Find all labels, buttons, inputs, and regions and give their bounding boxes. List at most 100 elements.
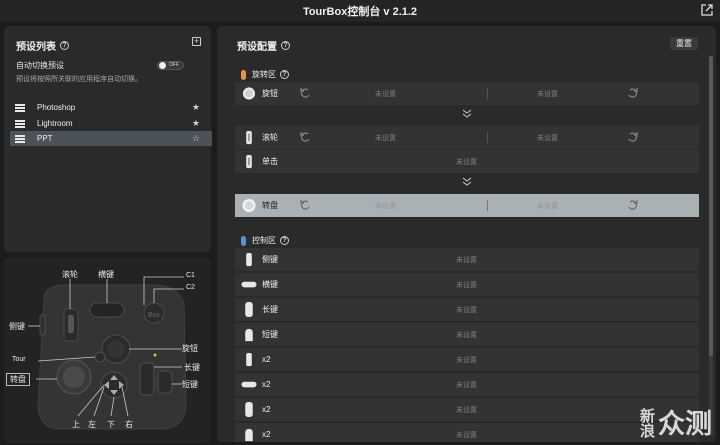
title-bar: TourBox控制台 v 2.1.2 [0,0,720,22]
watermark-left: 新 浪 [640,409,656,439]
control-section-label: 控制区 ? [241,235,289,246]
side-key-icon [246,352,252,367]
star-filled-icon[interactable]: ★ [192,102,200,113]
config-row-combo[interactable]: x2 未设置 [235,373,699,396]
label-long-key: 长键 [184,363,200,372]
row-name: x2 [262,430,271,439]
short-key-icon [245,328,253,342]
row-value[interactable]: 未设置 [456,255,477,265]
row-divider [487,200,488,211]
scroll-wheel-icon [246,130,252,145]
rotate-ccw-icon[interactable] [299,131,311,143]
config-row-tall-key[interactable]: 横键 未设置 [235,273,699,296]
tall-key-icon [241,381,257,388]
chevron-down-icon[interactable] [461,109,473,119]
tall-key-icon [241,281,257,288]
rotate-ccw-icon[interactable] [299,199,311,211]
list-icon [15,134,25,143]
help-icon[interactable]: ? [280,236,289,245]
short-key-icon [245,428,253,442]
rotate-section-text: 旋转区 [252,70,276,79]
help-icon[interactable]: ? [281,41,290,50]
preset-list-panel: 预设列表 ? + 自动切换预设 OFF 预设将按照所关联的应用程序自动切换。 P… [4,26,212,252]
label-down: 下 [107,420,115,429]
row-value[interactable]: 未设置 [456,430,477,440]
row-value[interactable]: 未设置 [456,355,477,365]
config-row-dial[interactable]: 转盘 未设置 未设置 [235,194,699,217]
device-diagram-panel: Box 滚轮 横键 C1 C2 侧键 旋钮 Tour 长键 转盘 短键 上 左 … [4,257,211,443]
dial-ccw-value[interactable]: 未设置 [375,201,396,211]
add-preset-icon[interactable]: + [192,37,201,46]
help-icon[interactable]: ? [280,70,289,79]
row-value[interactable]: 未设置 [456,305,477,315]
scrollbar-thumb[interactable] [709,56,713,356]
knob-cw-value[interactable]: 未设置 [537,89,558,99]
scroll-click-value[interactable]: 未设置 [456,157,477,167]
row-name: 单击 [262,157,278,166]
preset-config-panel: 预设配置 ? 重置 旋转区 ? 旋钮 未设置 未设置 滚轮 未设置 未设置 单击… [217,26,716,442]
label-left: 左 [88,420,96,429]
config-scrollbar[interactable] [709,56,713,436]
label-dial: 转盘 [6,373,30,386]
config-row-side-key[interactable]: 侧键 未设置 [235,248,699,271]
config-row-scroll[interactable]: 滚轮 未设置 未设置 [235,126,699,149]
label-side-key: 侧键 [9,322,25,331]
config-title: 预设配置 ? [237,38,290,53]
config-row-click[interactable]: 单击 未设置 [235,150,699,173]
row-name: 转盘 [262,201,278,210]
popout-icon[interactable] [700,3,714,17]
preset-item-photoshop[interactable]: Photoshop ★ [10,100,212,115]
label-short-key: 短键 [182,380,198,389]
label-up: 上 [72,420,80,429]
label-scroll: 滚轮 [62,270,78,279]
watermark: 新 浪 众测 [640,409,712,439]
config-row-combo[interactable]: x2 未设置 [235,348,699,371]
knob-icon [242,87,256,100]
row-value[interactable]: 未设置 [456,380,477,390]
row-value[interactable]: 未设置 [456,280,477,290]
auto-switch-toggle[interactable]: OFF [157,61,184,70]
scroll-up-value[interactable]: 未设置 [375,133,396,143]
preset-item-ppt[interactable]: PPT ☆ [10,131,212,146]
knob-ccw-value[interactable]: 未设置 [375,89,396,99]
star-outline-icon[interactable]: ☆ [192,133,200,144]
row-value[interactable]: 未设置 [456,330,477,340]
row-name: 滚轮 [262,133,278,142]
row-name: 横键 [262,280,278,289]
scroll-down-value[interactable]: 未设置 [537,133,558,143]
rotate-section-label: 旋转区 ? [241,69,289,80]
config-title-text: 预设配置 [237,42,277,53]
row-divider [487,132,488,143]
config-row-short-key[interactable]: 短键 未设置 [235,323,699,346]
row-value[interactable]: 未设置 [456,405,477,415]
preset-item-lightroom[interactable]: Lightroom ★ [10,116,212,131]
help-icon[interactable]: ? [60,41,69,50]
config-row-long-key[interactable]: 长键 未设置 [235,298,699,321]
preset-list-title: 预设列表 ? [16,38,69,53]
toggle-knob [159,62,166,69]
rotate-cw-icon[interactable] [627,131,639,143]
rotate-ccw-icon[interactable] [299,87,311,99]
rotate-cw-icon[interactable] [627,87,639,99]
control-section-text: 控制区 [252,236,276,245]
dial-cw-value[interactable]: 未设置 [537,201,558,211]
reset-button[interactable]: 重置 [670,37,698,50]
row-name: 旋钮 [262,89,278,98]
config-row-combo[interactable]: x2 未设置 [235,398,699,421]
dial-icon [242,198,256,213]
rotate-cw-icon[interactable] [627,199,639,211]
label-c2: C2 [186,284,195,291]
row-name: x2 [262,380,271,389]
svg-text:Box: Box [148,312,161,319]
chevron-down-icon[interactable] [461,177,473,187]
star-filled-icon[interactable]: ★ [192,118,200,129]
config-row-combo[interactable]: x2 未设置 [235,423,699,442]
side-key-icon [246,252,252,267]
row-name: 侧键 [262,255,278,264]
row-name: 短键 [262,330,278,339]
watermark-char-2: 浪 [640,423,656,440]
row-name: x2 [262,355,271,364]
config-row-knob[interactable]: 旋钮 未设置 未设置 [235,82,699,105]
preset-item-label: Lightroom [37,119,73,128]
preset-list-title-text: 预设列表 [16,42,56,53]
